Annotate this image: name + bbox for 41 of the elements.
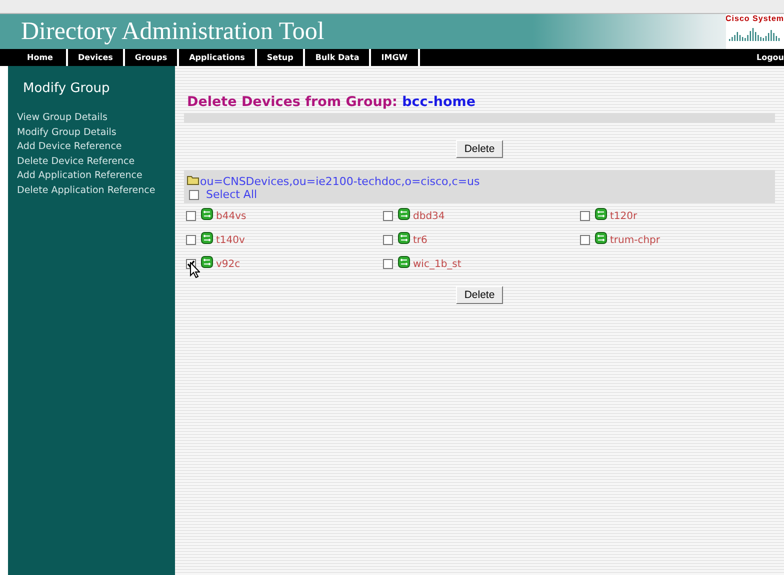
router-icon xyxy=(201,256,213,268)
folder-icon xyxy=(187,174,199,184)
router-icon xyxy=(201,232,213,244)
checkbox[interactable] xyxy=(186,211,196,221)
logout-link[interactable]: Logou xyxy=(756,53,784,62)
checkbox[interactable] xyxy=(189,190,199,200)
checkbox[interactable] xyxy=(383,259,393,269)
app-title: Directory Administration Tool xyxy=(21,18,324,46)
router-icon xyxy=(398,208,410,220)
delete-button[interactable]: Delete xyxy=(456,286,503,304)
logo: Cisco System xyxy=(726,14,784,49)
delete-button[interactable]: Delete xyxy=(456,140,503,158)
device-link[interactable]: b44vs xyxy=(216,210,246,222)
container-link[interactable]: ou=CNSDevices,ou=ie2100-techdoc,o=cisco,c=us xyxy=(200,175,480,188)
sidebar-link[interactable]: Delete Application Reference xyxy=(17,184,175,199)
device-link[interactable]: trum-chpr xyxy=(610,234,660,246)
sidebar-link[interactable]: View Group Details xyxy=(17,111,175,126)
checkbox[interactable] xyxy=(383,235,393,245)
checkbox[interactable] xyxy=(186,235,196,245)
checkbox[interactable] xyxy=(580,235,590,245)
select-all-link[interactable]: Select All xyxy=(206,188,258,201)
checkbox[interactable] xyxy=(383,211,393,221)
router-icon xyxy=(201,208,213,220)
router-icon xyxy=(595,208,607,220)
device-link[interactable]: t140v xyxy=(216,234,245,246)
device-link[interactable]: v92c xyxy=(216,258,240,270)
sidebar-link[interactable]: Modify Group Details xyxy=(17,126,175,140)
device-link[interactable]: dbd34 xyxy=(413,210,445,222)
sidebar-link[interactable]: Delete Device Reference xyxy=(17,154,175,170)
sidebar-link[interactable]: Add Device Reference xyxy=(17,140,175,155)
checkbox[interactable] xyxy=(580,211,590,221)
device-link[interactable]: wic_1b_st xyxy=(413,258,462,270)
page-heading: Delete Devices from Group: bcc-home xyxy=(187,94,476,110)
router-icon xyxy=(398,232,410,244)
sidebar-title: Modify Group xyxy=(23,81,111,96)
router-icon xyxy=(398,256,410,268)
device-link[interactable]: tr6 xyxy=(413,234,428,246)
router-icon xyxy=(595,232,607,244)
device-link[interactable]: t120r xyxy=(610,210,638,222)
sidebar-link[interactable]: Add Application Reference xyxy=(17,169,175,184)
mouse-pointer-icon xyxy=(190,262,200,278)
